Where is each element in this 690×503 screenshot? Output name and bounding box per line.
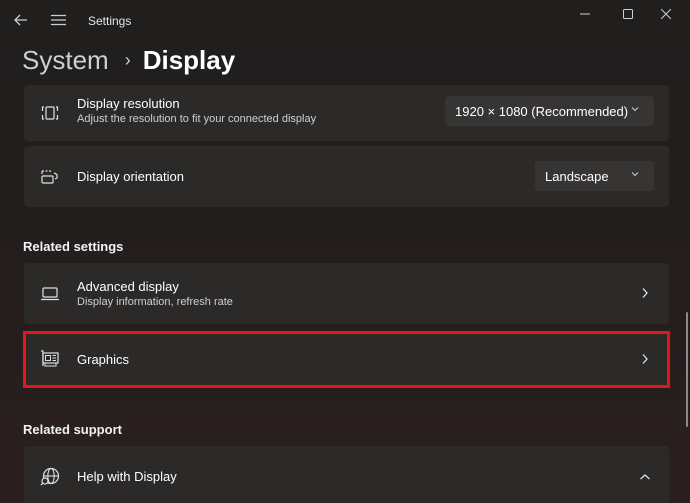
help-with-display-card[interactable]: Help with Display: [24, 446, 669, 503]
minimize-icon: [580, 13, 590, 15]
chevron-right-icon: [637, 351, 653, 367]
advanced-display-title: Advanced display: [77, 279, 179, 294]
related-settings-heading: Related settings: [23, 239, 124, 254]
advanced-display-subtitle: Display information, refresh rate: [77, 296, 233, 308]
breadcrumb-separator: ›: [124, 49, 131, 70]
graphics-card[interactable]: Graphics: [24, 332, 669, 387]
laptop-icon: [38, 282, 62, 306]
display-orientation-card: Display orientation Landscape: [24, 146, 669, 207]
graphics-title: Graphics: [77, 352, 130, 367]
breadcrumb-system[interactable]: System: [22, 45, 109, 76]
graphics-card-icon: [38, 347, 62, 371]
chevron-up-icon[interactable]: [637, 469, 653, 485]
chevron-right-icon: [637, 285, 653, 301]
title-bar: Settings: [0, 0, 690, 40]
scrollbar[interactable]: [686, 312, 688, 427]
back-arrow-icon[interactable]: [11, 10, 31, 30]
close-button[interactable]: [643, 3, 689, 25]
chevron-down-icon: [631, 107, 639, 112]
orientation-dropdown[interactable]: Landscape: [535, 161, 654, 191]
resolution-icon: [38, 101, 62, 125]
window-title: Settings: [88, 14, 132, 28]
orientation-icon: [38, 165, 62, 189]
advanced-display-card[interactable]: Advanced display Display information, re…: [24, 263, 669, 324]
display-resolution-subtitle: Adjust the resolution to fit your connec…: [77, 113, 317, 125]
breadcrumb: System › Display: [22, 40, 235, 80]
resolution-value: 1920 × 1080 (Recommended): [455, 103, 629, 119]
display-resolution-title: Display resolution: [77, 96, 180, 111]
maximize-icon: [623, 9, 633, 19]
related-support-heading: Related support: [23, 422, 122, 437]
display-orientation-title: Display orientation: [77, 169, 184, 184]
close-icon: [661, 9, 671, 19]
minimize-button[interactable]: [562, 3, 608, 25]
resolution-dropdown[interactable]: 1920 × 1080 (Recommended): [445, 96, 654, 126]
orientation-value: Landscape: [545, 168, 609, 184]
help-with-display-title: Help with Display: [77, 469, 177, 484]
page-title: Display: [142, 44, 236, 75]
display-resolution-card: Display resolution Adjust the resolution…: [24, 85, 669, 141]
chevron-down-icon: [631, 172, 639, 177]
globe-search-icon: [38, 465, 62, 489]
hamburger-menu-icon[interactable]: [48, 10, 68, 30]
